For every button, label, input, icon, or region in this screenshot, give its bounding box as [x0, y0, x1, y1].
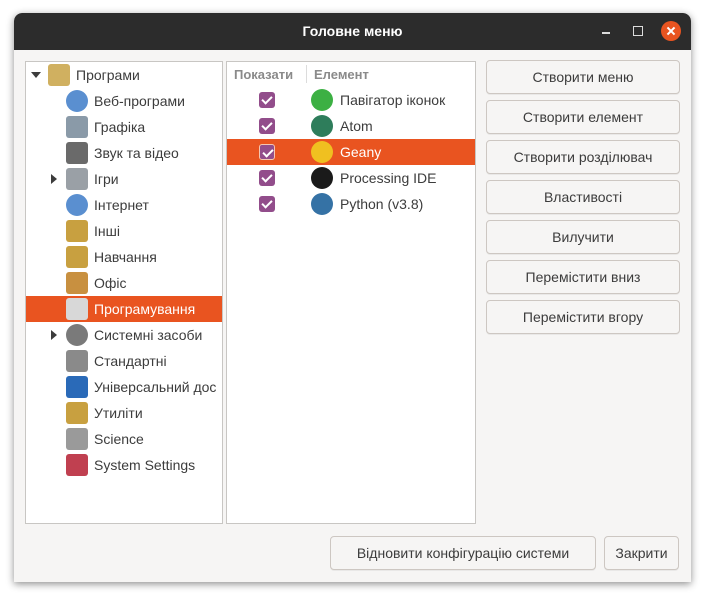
globe-icon: [66, 194, 88, 216]
tree-item-label: Інші: [94, 223, 120, 239]
tree-item-education[interactable]: Навчання: [26, 244, 222, 270]
gamepad-icon: [66, 168, 88, 190]
items-list: Показати Елемент Павігатор іконок Atom G…: [226, 61, 476, 524]
show-checkbox[interactable]: [259, 170, 275, 186]
list-item[interactable]: Python (v3.8): [227, 191, 475, 217]
tree-item-science[interactable]: Science: [26, 426, 222, 452]
tree-item-label: Системні засоби: [94, 327, 203, 343]
column-element-header[interactable]: Елемент: [314, 67, 369, 82]
misc-icon: [66, 220, 88, 242]
expander-open-icon[interactable]: [31, 72, 41, 78]
create-menu-button[interactable]: Створити меню: [486, 60, 680, 94]
tree-item-label: Офіс: [94, 275, 127, 291]
create-separator-button[interactable]: Створити розділювач: [486, 140, 680, 174]
programs-icon: [48, 64, 70, 86]
image-icon: [66, 116, 88, 138]
expander-closed-icon[interactable]: [51, 330, 57, 340]
system-icon: [66, 324, 88, 346]
expander-closed-icon[interactable]: [51, 174, 57, 184]
tree-item-system-tools[interactable]: Системні засоби: [26, 322, 222, 348]
list-item[interactable]: Павігатор іконок: [227, 87, 475, 113]
flask-icon: [66, 428, 88, 450]
list-item[interactable]: Atom: [227, 113, 475, 139]
column-show-header[interactable]: Показати: [234, 67, 293, 82]
python-icon: [311, 193, 333, 215]
move-down-button[interactable]: Перемістити вниз: [486, 260, 680, 294]
item-label: Павігатор іконок: [340, 92, 446, 108]
show-checkbox[interactable]: [259, 196, 275, 212]
programming-icon: [66, 298, 88, 320]
tree-item-programming[interactable]: Програмування: [26, 296, 222, 322]
show-checkbox[interactable]: [259, 118, 275, 134]
tree-item-utilities[interactable]: Утиліти: [26, 400, 222, 426]
item-label: Processing IDE: [340, 170, 437, 186]
titlebar[interactable]: Головне меню: [14, 13, 691, 50]
tree-item-universal-access[interactable]: Універсальний дос: [26, 374, 222, 400]
tree-item-programs[interactable]: Програми: [26, 62, 222, 88]
show-checkbox[interactable]: [259, 144, 275, 160]
tree-item-other[interactable]: Інші: [26, 218, 222, 244]
move-up-button[interactable]: Перемістити вгору: [486, 300, 680, 334]
tree-item-internet[interactable]: Інтернет: [26, 192, 222, 218]
minimize-icon[interactable]: [597, 22, 615, 40]
list-header: Показати Елемент: [227, 62, 475, 86]
film-icon: [66, 142, 88, 164]
show-checkbox[interactable]: [259, 92, 275, 108]
item-label: Geany: [340, 144, 382, 160]
accessibility-icon: [66, 376, 88, 398]
tree-item-label: Навчання: [94, 249, 157, 265]
create-element-button[interactable]: Створити елемент: [486, 100, 680, 134]
close-icon[interactable]: [661, 21, 681, 41]
delete-button[interactable]: Вилучити: [486, 220, 680, 254]
processing-icon: [311, 167, 333, 189]
tree-item-label: Інтернет: [94, 197, 149, 213]
tree-item-games[interactable]: Ігри: [26, 166, 222, 192]
tree-item-label: Science: [94, 431, 144, 447]
list-item[interactable]: Processing IDE: [227, 165, 475, 191]
item-label: Atom: [340, 118, 373, 134]
category-tree: Програми Веб-програми Графіка Звук та ві…: [25, 61, 223, 524]
tree-item-label: Стандартні: [94, 353, 167, 369]
tree-item-label: System Settings: [94, 457, 196, 473]
icon-browser-icon: [311, 89, 333, 111]
list-item[interactable]: Geany: [227, 139, 475, 165]
accessories-icon: [66, 350, 88, 372]
settings-icon: [66, 454, 88, 476]
close-button[interactable]: Закрити: [604, 536, 679, 570]
tree-item-web-apps[interactable]: Веб-програми: [26, 88, 222, 114]
tree-item-label: Звук та відео: [94, 145, 179, 161]
tree-item-sound-video[interactable]: Звук та відео: [26, 140, 222, 166]
tree-item-office[interactable]: Офіс: [26, 270, 222, 296]
restore-config-button[interactable]: Відновити конфігурацію системи: [330, 536, 596, 570]
tree-item-accessories[interactable]: Стандартні: [26, 348, 222, 374]
tree-item-label: Веб-програми: [94, 93, 185, 109]
tree-item-label: Утиліти: [94, 405, 143, 421]
tree-item-graphics[interactable]: Графіка: [26, 114, 222, 140]
tree-item-system-settings[interactable]: System Settings: [26, 452, 222, 478]
tree-item-label: Графіка: [94, 119, 146, 135]
geany-icon: [311, 141, 333, 163]
utilities-icon: [66, 402, 88, 424]
globe-icon: [66, 90, 88, 112]
main-menu-window: Головне меню Програми Веб-програми Графі…: [14, 13, 691, 582]
tree-item-label: Програмування: [94, 301, 196, 317]
item-label: Python (v3.8): [340, 196, 424, 212]
education-icon: [66, 246, 88, 268]
tree-item-label: Ігри: [94, 171, 119, 187]
office-icon: [66, 272, 88, 294]
maximize-icon[interactable]: [629, 22, 647, 40]
atom-icon: [311, 115, 333, 137]
tree-item-label: Універсальний дос: [94, 379, 217, 395]
column-divider: [306, 65, 307, 83]
window-title: Головне меню: [302, 23, 403, 39]
tree-item-label: Програми: [76, 67, 140, 83]
properties-button[interactable]: Властивості: [486, 180, 680, 214]
